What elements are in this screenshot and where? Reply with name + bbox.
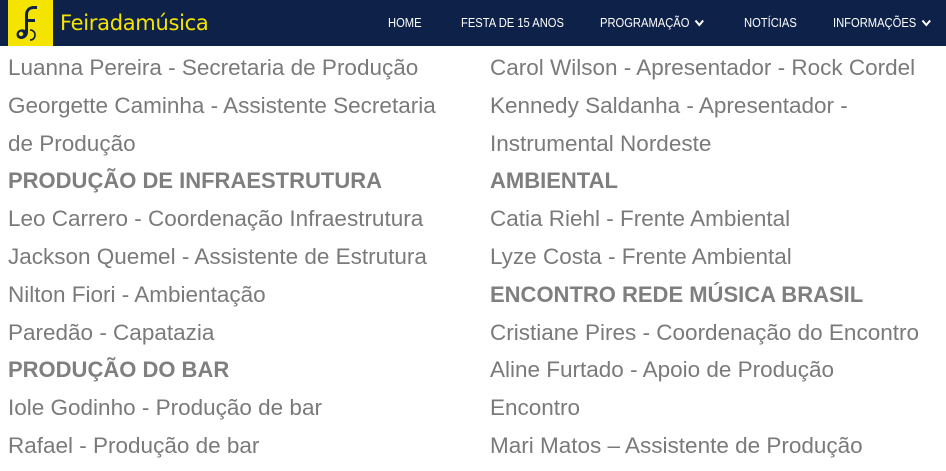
section-heading: PRODUÇÃO DO BAR (8, 357, 230, 383)
credit-line: Mari Matos – Assistente de Produção (490, 432, 863, 458)
nav-festa-label: FESTA DE 15 ANOS (461, 15, 564, 30)
top-navbar: Feiradamúsica HOME FESTA DE 15 ANOS PROG… (0, 0, 946, 46)
credit-line: Iole Godinho - Produção de bar (8, 395, 322, 421)
nav-informacoes[interactable]: INFORMAÇÕES (833, 13, 931, 33)
section-heading: PRODUÇÃO DE INFRAESTRUTURA (8, 168, 382, 194)
credit-line: Aline Furtado - Apoio de Produção (490, 357, 834, 383)
nav-noticias-label: NOTÍCIAS (744, 15, 797, 30)
credit-line: Kennedy Saldanha - Apresentador - (490, 92, 848, 118)
credits-right-column: Carol Wilson - Apresentador - Rock Corde… (490, 49, 946, 465)
nav-noticias[interactable]: NOTÍCIAS (744, 13, 797, 33)
credit-line: Catia Riehl - Frente Ambiental (490, 206, 791, 232)
nav-home[interactable]: HOME (388, 13, 422, 33)
nav-informacoes-label: INFORMAÇÕES (833, 15, 917, 30)
credit-line: Lyze Costa - Frente Ambiental (490, 243, 792, 269)
credit-line: de Produção (8, 130, 136, 156)
credit-line: Leo Carrero - Coordenação Infraestrutura (8, 206, 424, 232)
credit-line: Encontro (490, 395, 581, 421)
credit-line: Instrumental Nordeste (490, 130, 712, 156)
nav-programacao[interactable]: PROGRAMAÇÃO (600, 13, 704, 33)
chevron-down-icon (921, 19, 931, 27)
nav-festa-15-anos[interactable]: FESTA DE 15 ANOS (461, 13, 564, 33)
credit-line: Luanna Pereira - Secretaria de Produção (8, 55, 419, 80)
section-heading: ENCONTRO REDE MÚSICA BRASIL (490, 281, 864, 307)
credit-line: Jackson Quemel - Assistente de Estrutura (8, 243, 427, 269)
music-note-logo-icon (16, 6, 37, 41)
credit-line: Nilton Fiori - Ambientação (8, 281, 266, 307)
logo-icon[interactable] (8, 0, 53, 46)
credit-line: Carol Wilson - Apresentador - Rock Corde… (490, 55, 916, 80)
credits-left-column: Luanna Pereira - Secretaria de Produção … (8, 49, 478, 465)
section-heading: AMBIENTAL (490, 168, 618, 194)
credit-line: Rafael - Produção de bar (8, 432, 260, 458)
nav-programacao-label: PROGRAMAÇÃO (600, 15, 690, 30)
credit-line: Georgette Caminha - Assistente Secretari… (8, 92, 436, 118)
credit-line: Paredão - Capatazia (8, 319, 215, 345)
credit-line: Cristiane Pires - Coordenação do Encontr… (490, 319, 919, 345)
logo-text[interactable]: Feiradamúsica (60, 10, 209, 36)
nav-home-label: HOME (388, 15, 422, 30)
chevron-down-icon (694, 19, 704, 27)
